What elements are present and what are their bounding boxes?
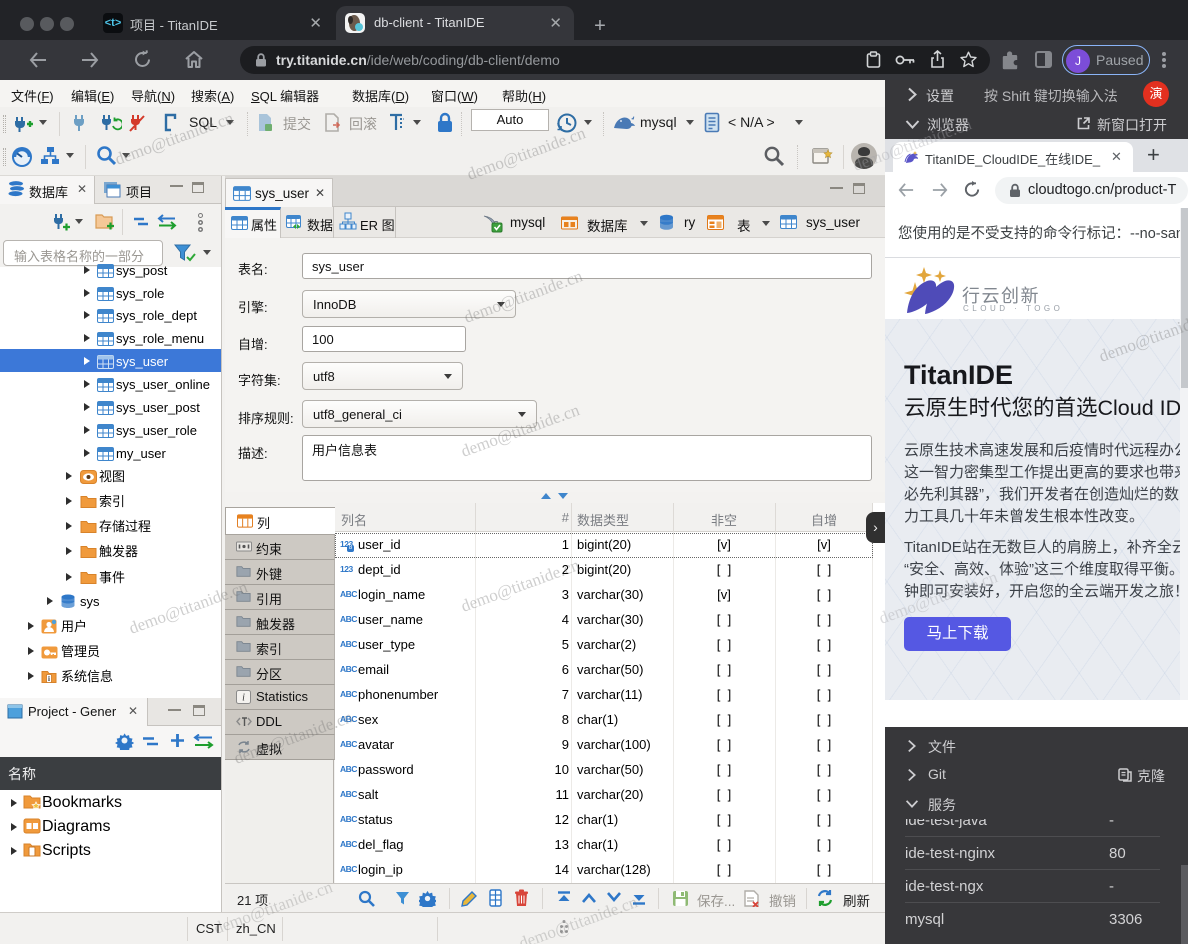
svg-text:i: i <box>48 675 50 683</box>
svg-text:i: i <box>242 693 245 704</box>
